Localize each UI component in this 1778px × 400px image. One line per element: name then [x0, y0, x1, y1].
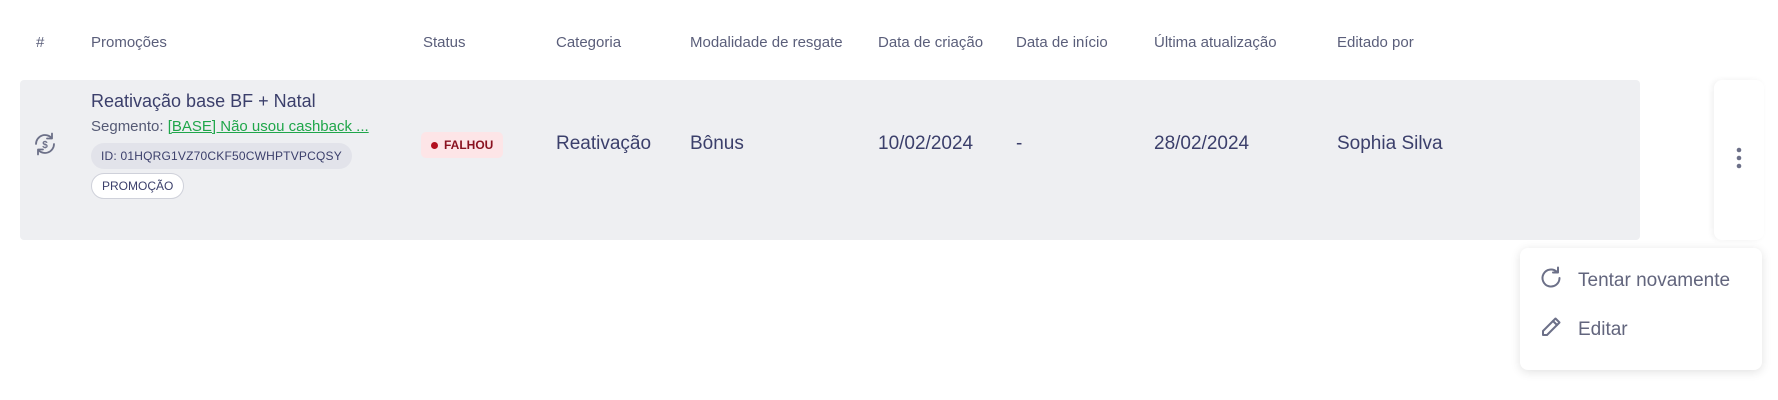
segment-label: Segmento:: [91, 118, 164, 135]
retry-icon: [1538, 265, 1564, 297]
col-header-updated: Última atualização: [1154, 34, 1277, 51]
segment-line: Segmento: [BASE] Não usou cashback ...: [91, 118, 369, 135]
menu-item-edit-label: Editar: [1578, 319, 1628, 340]
menu-item-edit[interactable]: Editar: [1538, 314, 1628, 346]
menu-item-retry-label: Tentar novamente: [1578, 270, 1731, 291]
status-dot-icon: [431, 141, 438, 149]
col-header-start: Data de início: [1016, 34, 1108, 51]
col-header-promotions: Promoções: [91, 34, 167, 51]
start-date-value: -: [1016, 133, 1023, 154]
updated-date-value: 28/02/2024: [1154, 133, 1250, 154]
row-actions-menu: Tentar novamente Editar: [1520, 248, 1762, 370]
edited-by-value: Sophia Silva: [1337, 133, 1443, 154]
row-actions-button[interactable]: [1714, 80, 1764, 240]
promotion-type-badge: PROMOÇÃO: [91, 173, 185, 199]
col-header-redemption: Modalidade de resgate: [690, 34, 843, 51]
redemption-value: Bônus: [690, 133, 744, 154]
col-header-status: Status: [423, 34, 466, 51]
status-label: FALHOU: [444, 138, 494, 152]
svg-text:$: $: [42, 140, 48, 151]
created-date-value: 10/02/2024: [878, 133, 974, 154]
segment-link[interactable]: [BASE] Não usou cashback ...: [168, 118, 369, 135]
promotion-title[interactable]: Reativação base BF + Natal: [91, 91, 316, 112]
category-value: Reativação: [556, 133, 652, 154]
status-badge: FALHOU: [421, 132, 504, 158]
promotion-id-badge: ID: 01HQRG1VZ70CKF50CWHPTVPCQSY: [91, 143, 352, 169]
col-header-category: Categoria: [556, 34, 622, 51]
cashback-refresh-icon: $: [32, 131, 58, 162]
col-header-index: #: [36, 34, 45, 51]
more-vertical-icon: [1735, 147, 1743, 174]
menu-item-retry[interactable]: Tentar novamente: [1538, 265, 1730, 297]
col-header-edited-by: Editado por: [1337, 34, 1414, 51]
pencil-icon: [1538, 314, 1564, 346]
col-header-created: Data de criação: [878, 34, 984, 51]
